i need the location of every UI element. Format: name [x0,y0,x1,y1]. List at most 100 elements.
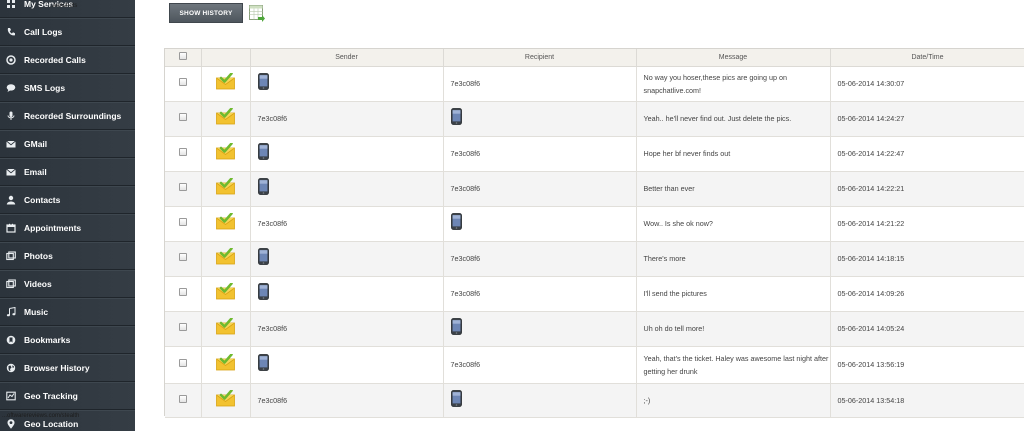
phone-device-icon [450,318,462,335]
row-checkbox[interactable] [178,78,187,86]
message-text: Better than ever [643,184,695,193]
sender-id: 7e3c08f6 [257,219,288,228]
message-cell: Yeah.. he'll never find out. Just delete… [636,101,831,137]
row-select-cell [165,346,202,384]
sidebar-item-music[interactable]: Music [0,298,135,326]
select-all-checkbox[interactable] [178,52,187,61]
phone-device-icon [257,283,269,300]
table-row[interactable]: 7e3c08f6 Wow.. Is she ok now? 05-06-2014 1… [165,206,1024,242]
sender-cell [250,171,444,207]
table-row[interactable]: 7e3c08f6 Hope her bf never finds out 05-06… [165,136,1024,172]
music-note-icon [6,307,16,317]
sidebar-item-appointments[interactable]: Appointments [0,214,135,242]
table-row[interactable]: 7e3c08f6 I'll send the pictures 05-06-2014… [165,276,1024,312]
datetime-cell: 05-06-2014 14:24:27 [830,101,1024,137]
message-read-envelope-icon [215,212,236,230]
status-cell [201,276,251,312]
datetime-cell: 05-06-2014 13:56:19 [830,346,1024,384]
table-row[interactable]: 7e3c08f6 Yeah.. he'll never find out. Jus… [165,101,1024,137]
phone-device-icon [450,389,462,407]
record-icon [6,55,16,65]
datetime-text: 05-06-2014 14:22:21 [837,184,905,193]
sidebar-item-label: Contacts [24,195,61,205]
row-checkbox[interactable] [178,183,187,191]
recipient-cell: 7e3c08f6 [443,276,637,312]
envelope-icon [6,167,16,177]
row-checkbox[interactable] [178,113,187,121]
person-icon [6,195,16,205]
sidebar-item-contacts[interactable]: Contacts [0,186,135,214]
message-cell: Yeah, that's the ticket. Haley was aweso… [636,346,831,384]
spreadsheet-export-icon[interactable] [249,5,265,23]
row-checkbox[interactable] [178,394,187,403]
sidebar-item-videos[interactable]: Videos [0,270,135,298]
message-text: Yeah.. he'll never find out. Just delete… [643,114,792,123]
status-cell [201,346,251,384]
row-checkbox[interactable] [178,218,187,226]
table-row[interactable]: 7e3c08f6 Better than ever 05-06-2014 14:22… [165,171,1024,207]
sidebar-item-gmail[interactable]: GMail [0,130,135,158]
phone-device-icon [257,354,269,371]
message-read-envelope-icon [215,317,236,335]
sidebar-item-call-logs[interactable]: Call Logs [0,18,135,46]
recipient-header[interactable]: Recipient [443,49,637,67]
sidebar-item-geo-tracking[interactable]: Geo Tracking [0,382,135,410]
sidebar-item-email[interactable]: Email [0,158,135,186]
recipient-cell: 7e3c08f6 [443,171,637,207]
microphone-icon [6,111,16,121]
status-cell [201,206,251,242]
sidebar-item-browser-history[interactable]: Browser History [0,354,135,382]
message-read-envelope-icon [215,107,236,125]
sidebar-item-my-services[interactable]: My Services [0,0,135,18]
sidebar-item-photos[interactable]: Photos [0,242,135,270]
sender-cell [250,276,444,312]
table-row[interactable]: 7e3c08f6 Uh oh do tell more! 05-06-2014 14… [165,311,1024,347]
chat-bubble-icon [6,83,16,93]
row-checkbox[interactable] [178,288,187,296]
sidebar-item-label: Music [24,307,49,317]
recipient-cell [443,311,637,347]
datetime-cell: 05-06-2014 14:22:47 [830,136,1024,172]
sidebar-item-sms-logs[interactable]: SMS Logs [0,74,135,102]
table-row[interactable]: 7e3c08f6 There's more 05-06-2014 14:18:15 [165,241,1024,277]
row-select-cell [165,206,202,242]
row-checkbox[interactable] [178,359,187,367]
phone-device-icon [257,248,269,265]
status-header [201,49,251,67]
recipient-id: 7e3c08f6 [450,360,481,369]
message-text: Hope her bf never finds out [643,149,731,158]
message-cell: Hope her bf never finds out [636,136,831,172]
sidebar-item-label: Email [24,167,47,177]
datetime-header[interactable]: Date/Time [830,49,1024,67]
row-checkbox[interactable] [178,323,187,331]
table-row[interactable]: 7e3c08f6 No way you hoser,these pics are … [165,66,1024,102]
sidebar-item-recorded-calls[interactable]: Recorded Calls [0,46,135,74]
sms-log-table: Sender Recipient Message Date/Time 7e3c0… [164,48,1024,418]
row-select-cell [165,383,202,418]
row-checkbox[interactable] [178,253,187,261]
sidebar-item-recorded-surroundings[interactable]: Recorded Surroundings [0,102,135,130]
sender-cell: 7e3c08f6 [250,101,444,137]
message-header[interactable]: Message [636,49,831,67]
sidebar-item-geo-location[interactable]: Geo Location [0,410,135,431]
datetime-cell: 05-06-2014 14:18:15 [830,241,1024,277]
sidebar-item-label: Geo Tracking [24,391,78,401]
sidebar-item-bookmarks[interactable]: Bookmarks [0,326,135,354]
row-select-cell [165,171,202,207]
datetime-cell: 05-06-2014 14:05:24 [830,311,1024,347]
message-read-envelope-icon [215,282,236,300]
datetime-text: 05-06-2014 14:21:22 [837,219,905,228]
sidebar-item-label: Call Logs [24,27,63,37]
table-row[interactable]: 7e3c08f6 ;-) 05-06-2014 13:54:18 [165,383,1024,418]
message-text: ;-) [643,395,651,405]
row-checkbox[interactable] [178,148,187,156]
sidebar-item-label: Videos [24,279,52,289]
sender-cell: 7e3c08f6 [250,383,444,418]
table-row[interactable]: 7e3c08f6 Yeah, that's the ticket. Haley w… [165,346,1024,384]
bookmark-icon [6,335,16,345]
sidebar-item-label: SMS Logs [24,83,66,93]
message-read-envelope-icon [215,142,236,160]
sender-header[interactable]: Sender [250,49,444,67]
phone-device-icon [450,213,462,230]
show-history-button[interactable]: SHOW HISTORY [169,3,243,23]
